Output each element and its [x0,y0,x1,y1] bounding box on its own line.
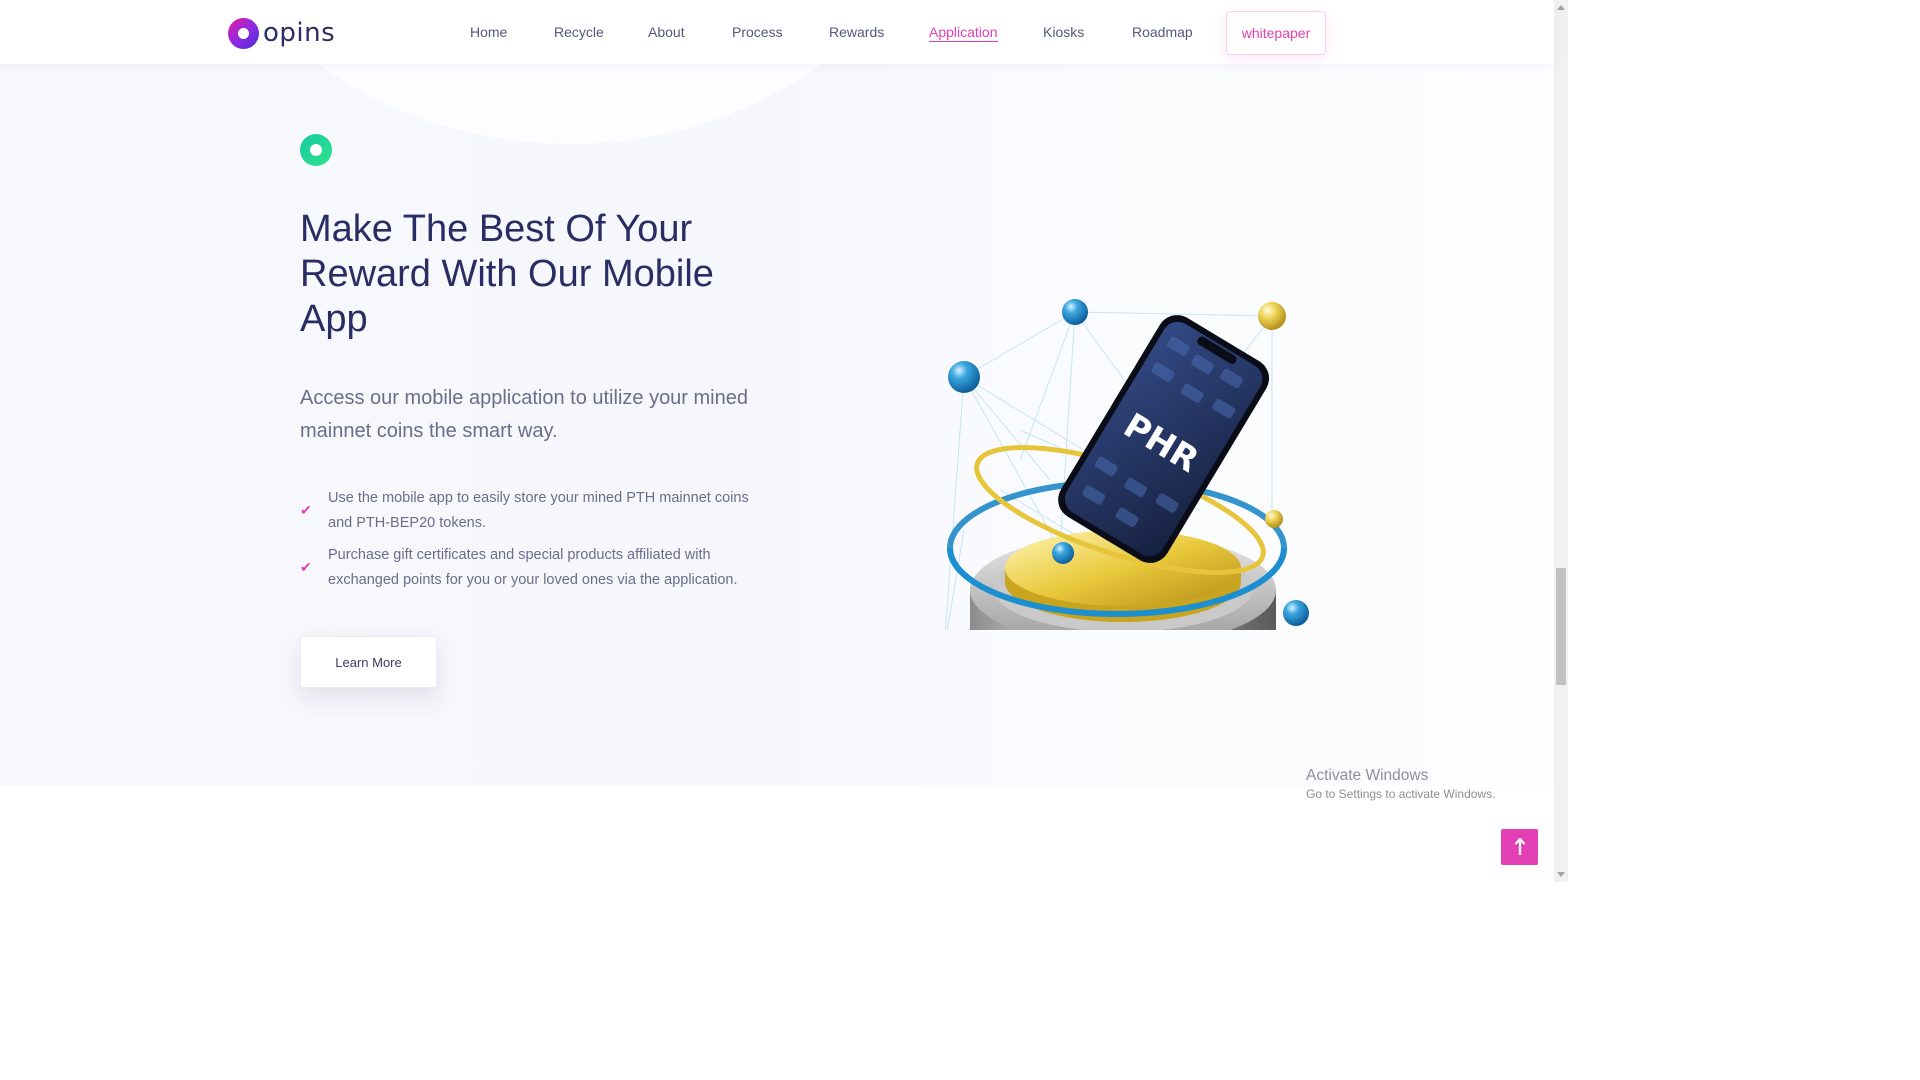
nav-item-rewards[interactable]: Rewards [829,24,884,40]
logo-text: opins [263,18,336,48]
vertical-scrollbar[interactable] [1554,0,1568,882]
whitepaper-button[interactable]: whitepaper [1226,11,1326,55]
section-title: Make The Best Of Your Reward With Our Mo… [300,208,714,340]
nav-item-process[interactable]: Process [732,24,783,40]
background-arc [190,64,950,144]
feature-text: Use the mobile app to easily store your … [328,490,749,531]
nav-item-roadmap[interactable]: Roadmap [1132,24,1193,40]
logo-mark-icon [228,17,259,49]
watermark-subtitle: Go to Settings to activate Windows. [1306,787,1496,801]
logo[interactable]: opins [228,16,335,50]
nav-item-about[interactable]: About [648,24,685,40]
section-lead: Access our mobile application to utilize… [300,387,748,442]
sphere [948,361,980,393]
activate-windows-watermark: Activate Windows Go to Settings to activ… [1306,767,1495,802]
sphere [1283,600,1309,626]
check-icon: ✔ [300,502,312,518]
feature-text: Purchase gift certificates and special p… [328,547,738,588]
application-section: Make The Best Of Your Reward With Our Mo… [0,64,1554,786]
phone-podium-illustration: PHR [944,299,1309,630]
nav-item-home[interactable]: Home [470,24,507,40]
phone: PHR [1058,315,1270,563]
sphere [1052,542,1074,564]
nav-item-kiosks[interactable]: Kiosks [1043,24,1084,40]
feature-item: ✔ Purchase gift certificates and special… [300,543,770,592]
scroll-down-arrow-icon[interactable] [1557,872,1565,877]
scrollbar-thumb[interactable] [1556,568,1566,685]
section-badge-icon [300,134,332,166]
sphere [1265,510,1283,528]
learn-more-button[interactable]: Learn More [300,636,437,688]
check-icon: ✔ [300,559,312,575]
nav-item-application[interactable]: Application [929,24,998,42]
scroll-to-top-button[interactable] [1501,829,1538,865]
page: opins Home Recycle About Process Rewards… [0,0,1568,882]
sphere [1062,299,1088,325]
navbar: opins Home Recycle About Process Rewards… [0,0,1554,64]
arrow-up-icon [1514,838,1525,855]
watermark-title: Activate Windows [1306,767,1429,784]
scroll-up-arrow-icon[interactable] [1557,5,1565,10]
nav-item-recycle[interactable]: Recycle [554,24,604,40]
feature-item: ✔ Use the mobile app to easily store you… [300,486,770,535]
sphere [1258,302,1286,330]
